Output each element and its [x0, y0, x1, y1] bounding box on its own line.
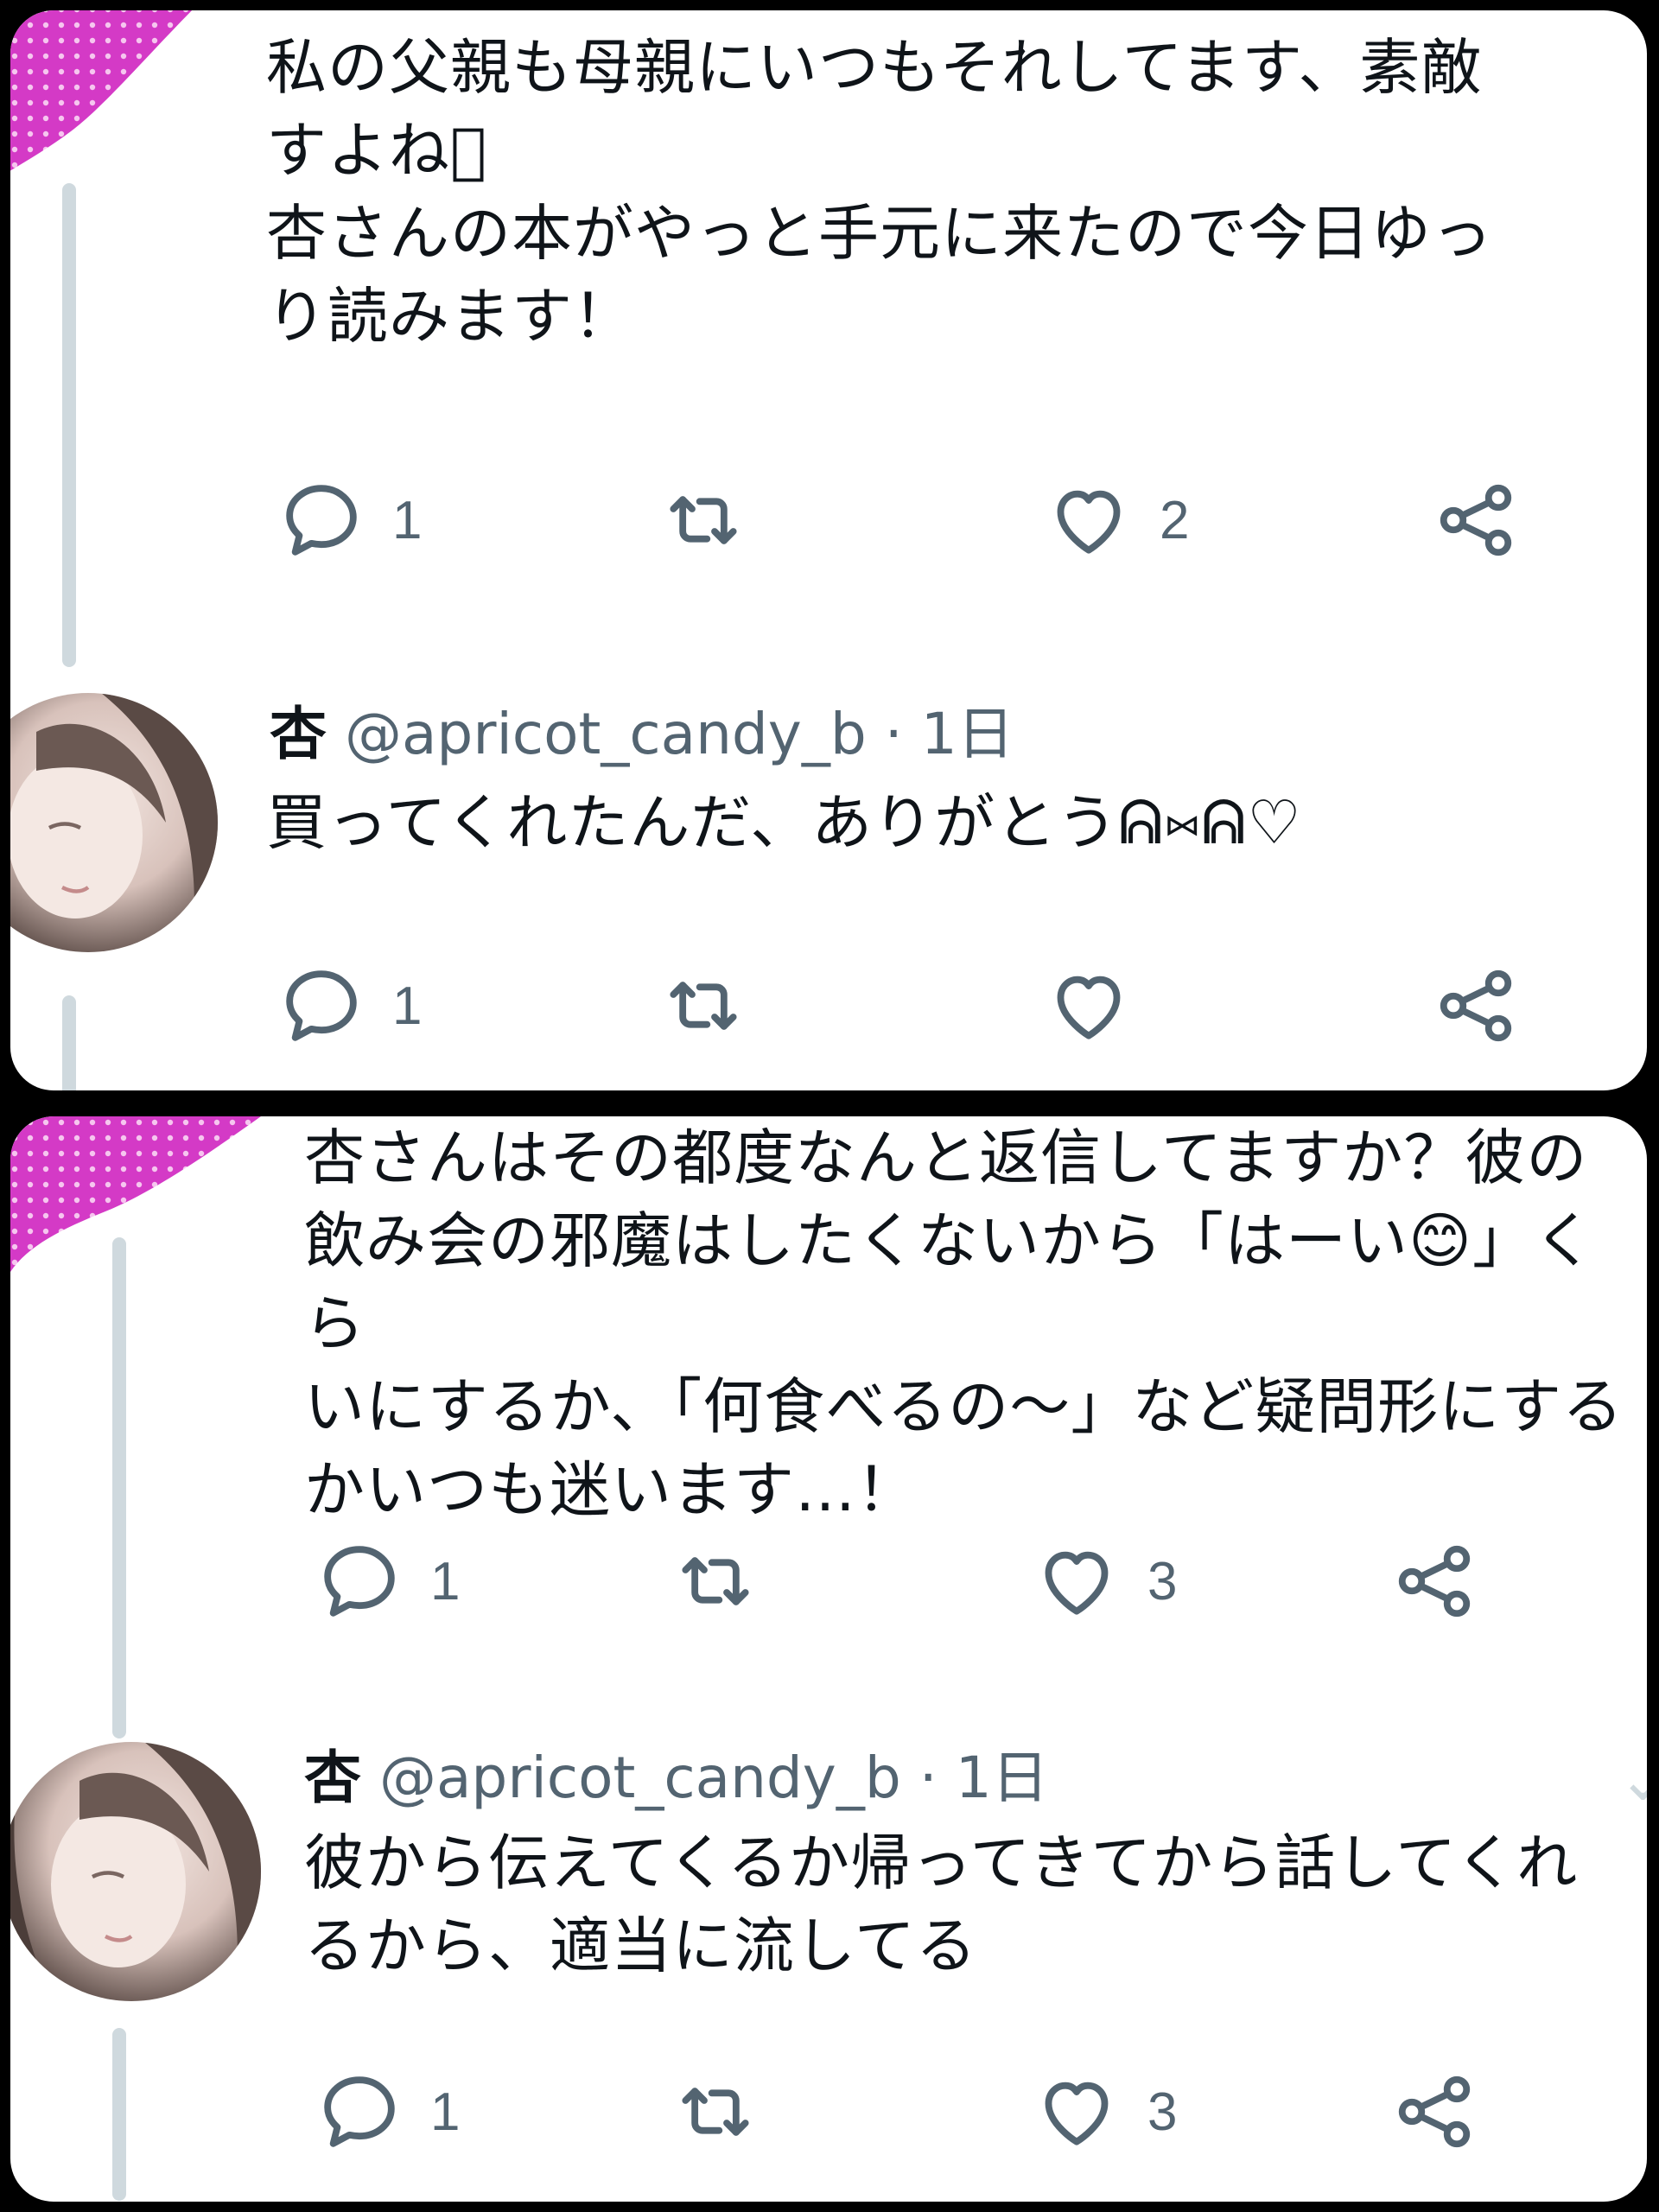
share-icon — [1431, 475, 1521, 565]
reply-tweet-text: 杏さんはその都度なんと返信してますか？彼の 飲み会の邪魔はしたくないから「はーい… — [304, 1122, 1624, 1525]
like-button[interactable]: 3 — [1032, 1536, 1177, 1626]
retweet-button[interactable] — [658, 961, 748, 1051]
author-reply-text: 買ってくれたんだ、ありがとうᕱ⑅ᕱ♡ — [266, 787, 1302, 858]
avatar[interactable] — [10, 1742, 261, 2001]
retweet-button[interactable] — [671, 2067, 760, 2157]
share-button[interactable] — [1389, 2067, 1479, 2157]
share-button[interactable] — [1431, 475, 1521, 565]
share-button[interactable] — [1389, 1536, 1479, 1626]
retweet-icon — [671, 2067, 760, 2157]
like-button[interactable]: 2 — [1044, 475, 1189, 565]
retweet-icon — [671, 1536, 760, 1626]
like-button[interactable]: 3 — [1032, 2067, 1177, 2157]
like-icon — [1032, 2067, 1122, 2157]
tweet-thread-panel-2: 杏さんはその都度なんと返信してますか？彼の 飲み会の邪魔はしたくないから「はーい… — [10, 1116, 1647, 2202]
like-icon — [1044, 961, 1134, 1051]
reply-count: 1 — [430, 1551, 461, 1611]
reply-count: 1 — [392, 490, 423, 550]
like-icon — [1032, 1536, 1122, 1626]
thread-line — [62, 183, 76, 667]
author-header: 杏 @apricot_candy_b · 1日 — [304, 1744, 1049, 1813]
share-icon — [1389, 2067, 1479, 2157]
author-handle[interactable]: @apricot_candy_b — [345, 701, 867, 767]
chevron-down-icon[interactable]: ⌄ — [1618, 1744, 1647, 1815]
reply-count: 1 — [430, 2082, 461, 2142]
retweet-button[interactable] — [658, 475, 748, 565]
tweet-time: · 1日 — [884, 701, 1014, 767]
reply-icon — [276, 961, 366, 1051]
reply-button[interactable]: 1 — [276, 475, 422, 565]
pink-dotted-ribbon-decoration — [10, 10, 193, 171]
pink-dotted-ribbon-decoration — [10, 1116, 261, 1272]
reply-button[interactable]: 1 — [276, 961, 422, 1051]
reply-button[interactable]: 1 — [315, 2067, 460, 2157]
thread-line — [112, 1237, 126, 1738]
author-name[interactable]: 杏 — [270, 701, 327, 767]
avatar-illustration — [10, 1742, 261, 2001]
reply-tweet-text: 私の父親も母親にいつもそれしてます、素敵 すよね  杏さんの本がやっと手元に来た… — [266, 32, 1493, 352]
like-count: 2 — [1160, 490, 1190, 550]
thread-line — [62, 995, 76, 1090]
like-button[interactable] — [1044, 961, 1134, 1051]
like-icon — [1044, 475, 1134, 565]
share-icon — [1389, 1536, 1479, 1626]
reply-button[interactable]: 1 — [315, 1536, 460, 1626]
reply-icon — [315, 2067, 404, 2157]
author-handle[interactable]: @apricot_candy_b — [379, 1745, 901, 1811]
retweet-icon — [658, 475, 748, 565]
share-button[interactable] — [1431, 961, 1521, 1051]
author-header: 杏 @apricot_candy_b · 1日 — [270, 700, 1014, 769]
like-count: 3 — [1147, 2082, 1178, 2142]
retweet-button[interactable] — [671, 1536, 760, 1626]
reply-icon — [315, 1536, 404, 1626]
retweet-icon — [658, 961, 748, 1051]
tweet-thread-panel-1: 私の父親も母親にいつもそれしてます、素敵 すよね  杏さんの本がやっと手元に来た… — [10, 10, 1647, 1090]
thread-line — [112, 2028, 126, 2201]
reply-icon — [276, 475, 366, 565]
author-name[interactable]: 杏 — [304, 1745, 361, 1811]
tweet-time: · 1日 — [918, 1745, 1049, 1811]
reply-count: 1 — [392, 976, 423, 1036]
share-icon — [1431, 961, 1521, 1051]
avatar[interactable] — [10, 693, 218, 952]
avatar-illustration — [10, 693, 218, 952]
author-reply-text: 彼から伝えてくるか帰ってきてから話してくれ るから、適当に流してる — [304, 1827, 1579, 1981]
like-count: 3 — [1147, 1551, 1178, 1611]
